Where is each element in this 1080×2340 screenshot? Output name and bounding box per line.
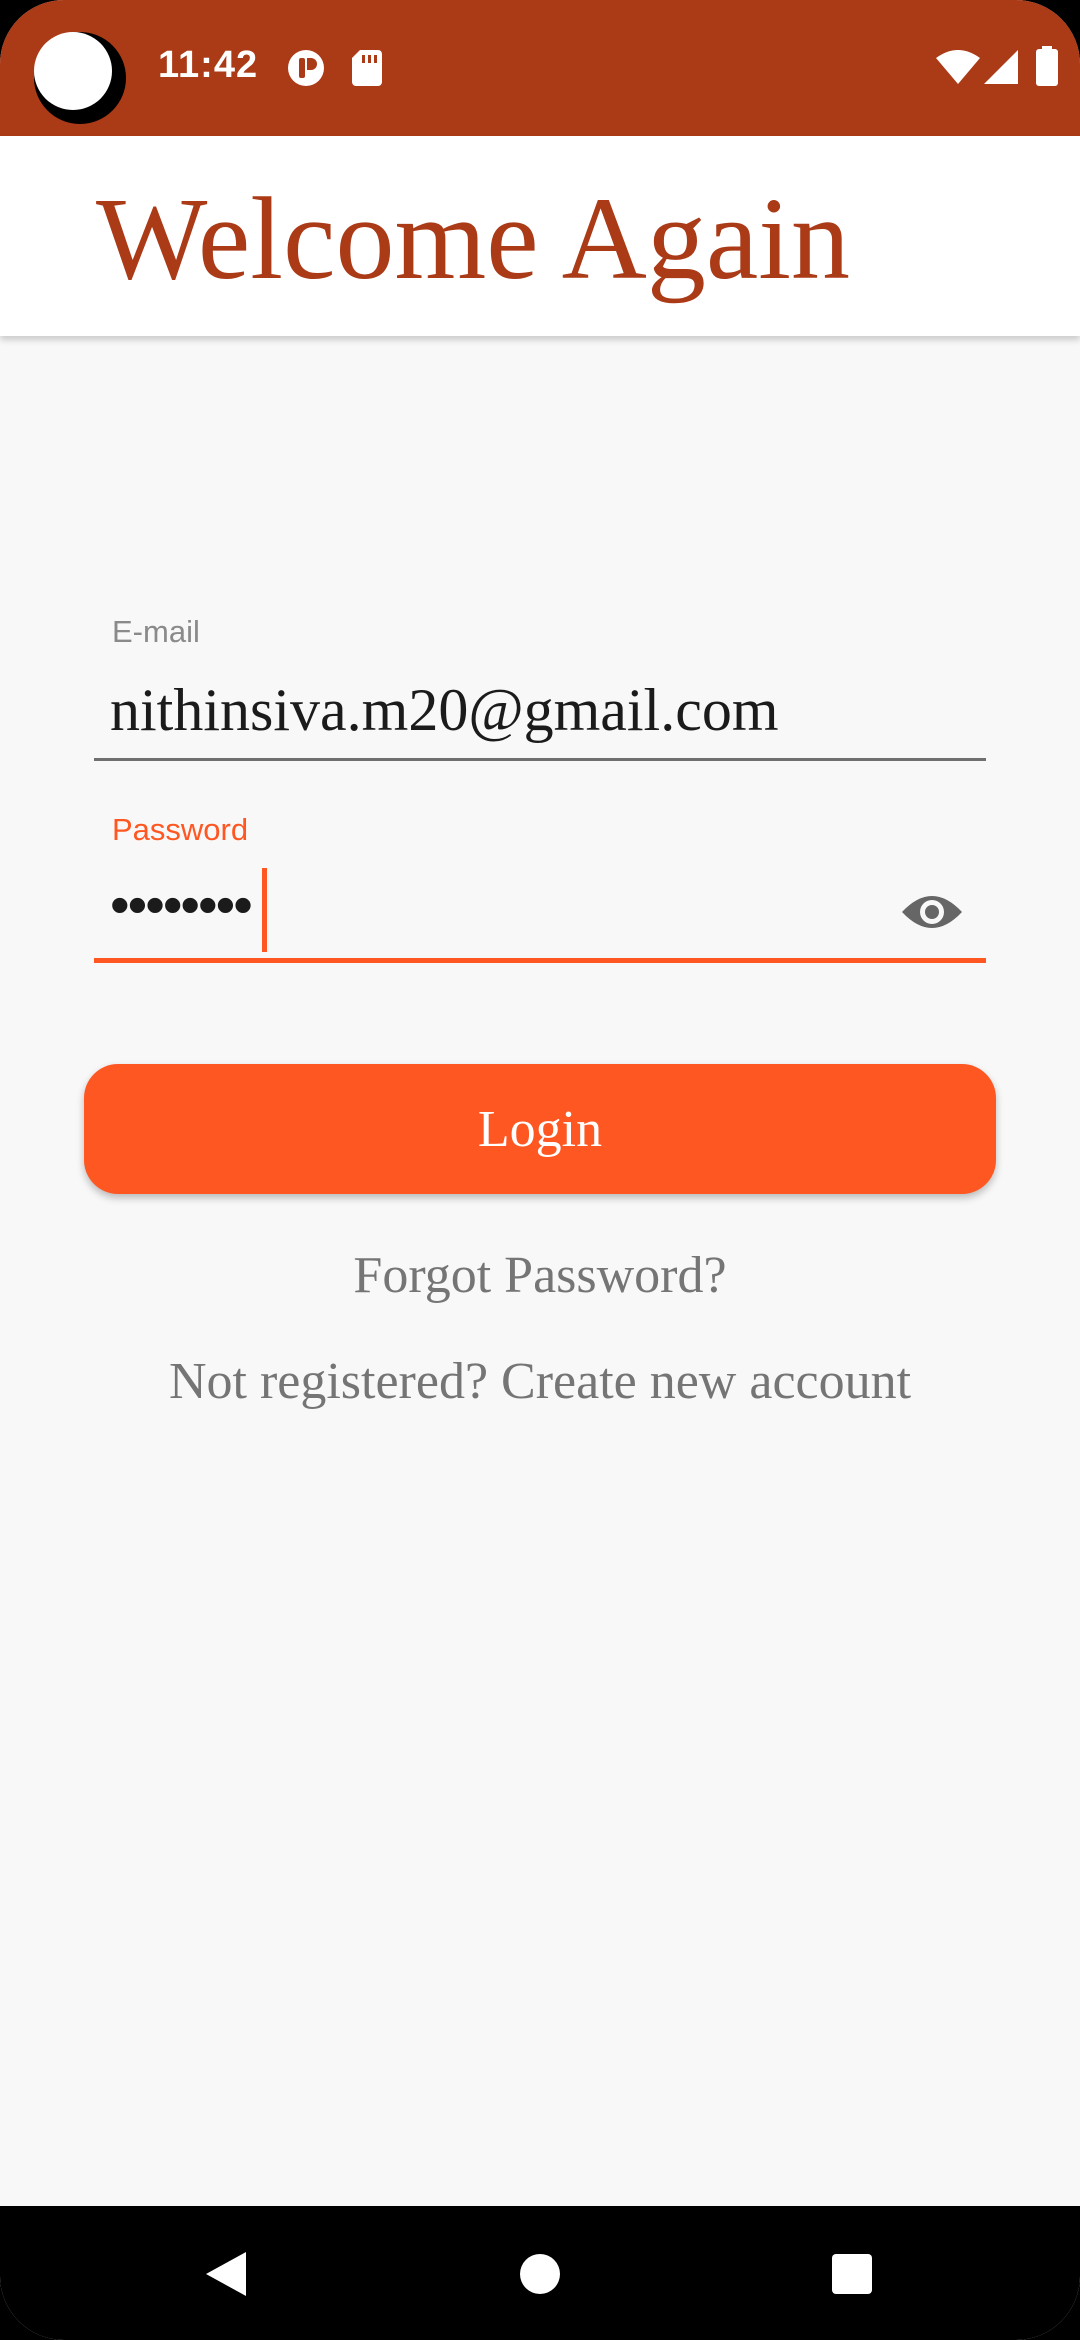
email-input[interactable]: nithinsiva.m20@gmail.com bbox=[110, 676, 779, 745]
page-title: Welcome Again bbox=[96, 173, 850, 304]
sd-card-icon bbox=[352, 50, 382, 86]
navigation-bar bbox=[0, 2206, 1080, 2340]
login-button[interactable]: Login bbox=[84, 1064, 996, 1194]
create-account-link[interactable]: Not registered? Create new account bbox=[0, 1352, 1080, 1411]
password-underline bbox=[94, 958, 986, 963]
wifi-icon bbox=[936, 50, 980, 84]
email-underline bbox=[94, 758, 986, 761]
cell-signal-icon bbox=[984, 50, 1018, 84]
app-bar: Welcome Again bbox=[0, 136, 1080, 336]
email-label: E-mail bbox=[112, 614, 200, 649]
password-field[interactable]: Password •••••••• bbox=[94, 808, 986, 964]
forgot-password-link[interactable]: Forgot Password? bbox=[0, 1246, 1080, 1305]
battery-icon bbox=[1036, 46, 1058, 86]
recents-icon[interactable] bbox=[830, 2252, 874, 2296]
eye-icon[interactable] bbox=[900, 890, 964, 934]
screen: 11:42 Welcome Again E-mail nithinsiva.m2… bbox=[0, 0, 1080, 2340]
reader-app-icon bbox=[288, 50, 324, 86]
status-bar: 11:42 bbox=[0, 0, 1080, 136]
email-field[interactable]: E-mail nithinsiva.m20@gmail.com bbox=[94, 610, 986, 761]
back-icon[interactable] bbox=[204, 2250, 248, 2298]
password-label: Password bbox=[112, 812, 249, 847]
camera-lens-icon bbox=[34, 32, 112, 110]
password-input[interactable]: •••••••• bbox=[110, 872, 253, 937]
home-icon[interactable] bbox=[518, 2252, 562, 2296]
status-time: 11:42 bbox=[158, 44, 259, 86]
text-caret bbox=[262, 868, 267, 952]
